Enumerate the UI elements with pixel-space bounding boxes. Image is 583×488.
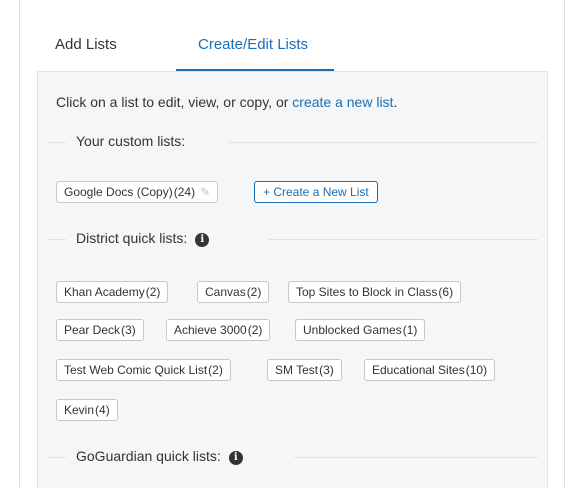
divider (48, 142, 66, 143)
district-list-item[interactable]: Kevin(4) (56, 399, 118, 421)
goguardian-lists-heading-wrap: GoGuardian quick lists: i (76, 448, 243, 465)
create-new-list-link[interactable]: create a new list (292, 94, 393, 110)
district-list-item[interactable]: Educational Sites(10) (364, 359, 496, 381)
list-count: (3) (319, 363, 334, 377)
district-lists-header: District quick lists: i (48, 230, 538, 250)
list-name: Google Docs (Copy) (64, 185, 173, 199)
custom-list-google-docs[interactable]: Google Docs (Copy)(24) ✎ (56, 181, 219, 203)
list-name: Canvas (205, 285, 246, 299)
intro-prefix: Click on a list to edit, view, or copy, … (56, 94, 293, 110)
district-list-item[interactable]: Canvas(2) (197, 281, 270, 303)
tab-create-edit-lists[interactable]: Create/Edit Lists (198, 36, 308, 53)
list-name: Educational Sites (372, 363, 465, 377)
list-count: (3) (121, 323, 136, 337)
list-count: (24) (173, 185, 196, 199)
list-name: SM Test (275, 363, 319, 377)
list-count: (1) (402, 323, 418, 337)
list-count: (2) (208, 363, 223, 377)
pencil-icon[interactable]: ✎ (200, 185, 210, 199)
divider (48, 457, 66, 458)
custom-lists-heading: Your custom lists: (76, 133, 186, 149)
list-count: (10) (465, 363, 488, 377)
list-name: Achieve 3000 (174, 323, 247, 337)
list-count: (2) (247, 323, 263, 337)
goguardian-lists-heading: GoGuardian quick lists: (76, 448, 221, 464)
goguardian-lists-header: GoGuardian quick lists: i (48, 448, 538, 468)
lists-content: Click on a list to edit, view, or copy, … (37, 71, 548, 488)
list-name: Kevin (64, 403, 95, 417)
create-new-list-button[interactable]: + Create a New List (254, 181, 378, 203)
tab-add-lists[interactable]: Add Lists (55, 36, 117, 53)
divider (48, 239, 66, 240)
intro-suffix: . (393, 94, 398, 110)
list-name: Khan Academy (64, 285, 145, 299)
district-lists-heading-wrap: District quick lists: i (76, 230, 210, 247)
info-icon[interactable]: i (228, 451, 243, 465)
list-count: (2) (246, 285, 262, 299)
district-list-item[interactable]: Pear Deck(3) (56, 319, 144, 341)
list-name: Top Sites to Block in Class (296, 285, 438, 299)
intro-text: Click on a list to edit, view, or copy, … (56, 94, 397, 110)
list-count: (6) (438, 285, 454, 299)
district-lists-heading: District quick lists: (76, 230, 188, 246)
list-name: Test Web Comic Quick List (64, 363, 208, 377)
divider (228, 142, 538, 143)
list-count: (2) (145, 285, 161, 299)
tab-bar: Add Lists Create/Edit Lists (20, 0, 564, 71)
info-icon[interactable]: i (195, 233, 210, 247)
divider (294, 457, 538, 458)
divider (268, 239, 538, 240)
list-name: Unblocked Games (303, 323, 402, 337)
lists-panel: Add Lists Create/Edit Lists Click on a l… (19, 0, 565, 488)
list-count: (4) (95, 403, 110, 417)
custom-lists-header: Your custom lists: (48, 133, 538, 153)
district-list-item[interactable]: Unblocked Games(1) (295, 319, 426, 341)
district-list-item[interactable]: Achieve 3000(2) (166, 319, 271, 341)
district-list-item[interactable]: Khan Academy(2) (56, 281, 169, 303)
district-list-item[interactable]: Test Web Comic Quick List(2) (56, 359, 231, 381)
list-name: Pear Deck (64, 323, 121, 337)
district-list-item[interactable]: SM Test(3) (267, 359, 342, 381)
district-list-item[interactable]: Top Sites to Block in Class(6) (288, 281, 462, 303)
